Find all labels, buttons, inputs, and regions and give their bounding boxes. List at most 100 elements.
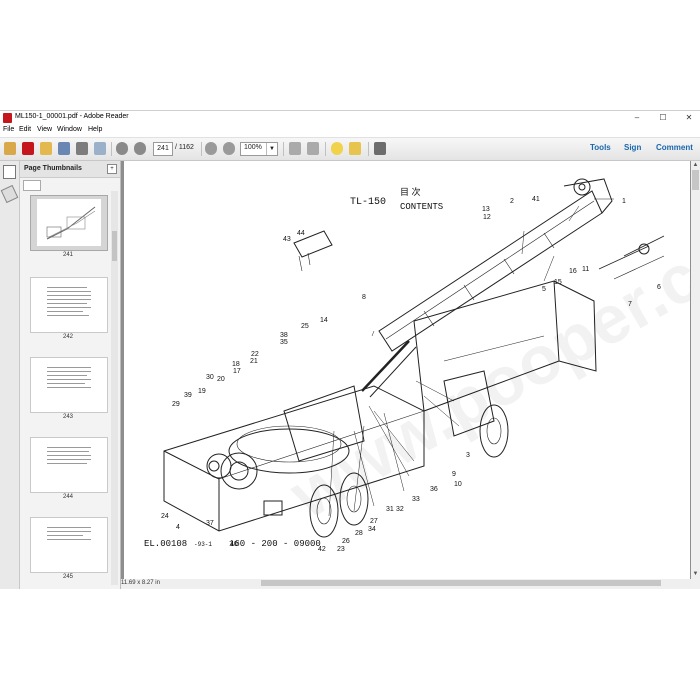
zoom-out-icon[interactable] [205, 142, 217, 155]
print-icon[interactable] [76, 142, 88, 155]
svg-text:www.pooper.com: www.pooper.com [277, 187, 690, 534]
scroll-down-icon[interactable]: ▼ [691, 570, 700, 579]
scroll-up-icon[interactable]: ▲ [691, 161, 700, 170]
fit-page-icon[interactable] [289, 142, 301, 155]
callout: 4 [176, 524, 180, 531]
callout: 10 [454, 481, 462, 488]
minimize-button[interactable]: – [628, 112, 646, 124]
callout: 20 [217, 376, 225, 383]
next-page-icon[interactable] [134, 142, 146, 155]
create-icon[interactable] [4, 142, 16, 155]
callout: 39 [184, 392, 192, 399]
page-total: / 1162 [175, 144, 194, 151]
email-icon[interactable] [94, 142, 106, 155]
pdf-page: www.pooper.com TL-150 目 次 CONTENTS EL.00… [124, 161, 691, 579]
menu-bar: File Edit View Window Help [0, 125, 700, 138]
title-bar: ML150-1_00001.pdf - Adobe Reader – ☐ ✕ [0, 111, 700, 125]
menu-window[interactable]: Window [57, 126, 82, 133]
document-vertical-scrollbar[interactable]: ▲ ▼ [691, 161, 700, 579]
thumbnail-label: 241 [62, 252, 73, 258]
highlight-icon[interactable] [349, 142, 361, 155]
thumbnail-page-243[interactable] [30, 357, 108, 413]
menu-edit[interactable]: Edit [19, 126, 31, 133]
chevron-down-icon[interactable]: ▼ [266, 143, 277, 155]
callout: 35 [280, 339, 288, 346]
callout: 23 [337, 546, 345, 553]
toolbar: 241 / 1162 100% ▼ Tools Sign Comment [0, 138, 700, 161]
pdf-icon[interactable] [22, 142, 34, 155]
callout: 32 [396, 506, 404, 513]
tools-button[interactable]: Tools [590, 143, 611, 152]
callout: 29 [172, 401, 180, 408]
comment-button[interactable]: Comment [656, 143, 693, 152]
thumbnail-label: 243 [62, 414, 73, 420]
scrollbar-thumb[interactable] [112, 231, 117, 261]
callout: 16 [569, 268, 577, 275]
attachments-icon[interactable] [0, 184, 19, 204]
zoom-in-icon[interactable] [223, 142, 235, 155]
thumbnail-image [37, 199, 101, 246]
callout: 31 [386, 506, 394, 513]
page-thumbnails-icon[interactable] [3, 165, 16, 179]
callout: 40 [230, 541, 238, 548]
thumbnails-header: Page Thumbnails + [20, 161, 120, 178]
contents-title-cjk: 目 次 [400, 186, 421, 197]
callout: 25 [301, 323, 309, 330]
thumbnail-image [37, 281, 101, 328]
document-view[interactable]: www.pooper.com TL-150 目 次 CONTENTS EL.00… [121, 161, 691, 579]
callout: 5 [542, 286, 546, 293]
thumbnail-page-242[interactable] [30, 277, 108, 333]
menu-file[interactable]: File [3, 126, 14, 133]
close-button[interactable]: ✕ [680, 112, 698, 124]
page-size-status: 11.69 x 8.27 in [121, 580, 160, 586]
close-icon[interactable]: + [107, 164, 117, 174]
thumbnail-page-244[interactable] [30, 437, 108, 493]
window-title: ML150-1_00001.pdf - Adobe Reader [15, 113, 129, 120]
comment-bubble-icon[interactable] [331, 142, 343, 155]
thumbnails-scrollbar[interactable] [111, 191, 118, 585]
menu-help[interactable]: Help [88, 126, 102, 133]
callout: 6 [657, 284, 661, 291]
callout: 22 [251, 351, 259, 358]
maximize-button[interactable]: ☐ [654, 112, 672, 124]
drawing-code-left: EL.00108 [144, 539, 187, 549]
scrollbar-thumb[interactable] [692, 170, 699, 190]
callout: 13 [482, 206, 490, 213]
sign-button[interactable]: Sign [624, 143, 641, 152]
scrollbar-thumb[interactable] [261, 580, 661, 586]
save-icon[interactable] [58, 142, 70, 155]
callout: 17 [233, 368, 241, 375]
edit-icon[interactable] [40, 142, 52, 155]
callout: 8 [362, 294, 366, 301]
fit-width-icon[interactable] [307, 142, 319, 155]
callout: 21 [250, 358, 258, 365]
callout: 33 [412, 496, 420, 503]
callout: 30 [206, 374, 214, 381]
callout: 14 [320, 317, 328, 324]
contents-title: CONTENTS [400, 202, 443, 212]
page-number-input[interactable]: 241 [153, 142, 173, 156]
callout: 3 [466, 452, 470, 459]
thumbnail-page-245[interactable] [30, 517, 108, 573]
toolbar-separator [325, 142, 326, 156]
previous-page-icon[interactable] [116, 142, 128, 155]
callout: 2 [510, 198, 514, 205]
thumbnail-page-241[interactable] [30, 195, 108, 251]
zoom-select[interactable]: 100% ▼ [240, 142, 278, 156]
callout: 43 [283, 236, 291, 243]
pdf-app-icon [3, 113, 12, 123]
callout: 26 [342, 538, 350, 545]
toolbar-separator [201, 142, 202, 156]
callout: 1 [622, 198, 626, 205]
callout: 42 [318, 546, 326, 553]
thumbnail-label: 244 [62, 494, 73, 500]
thumbnails-title: Page Thumbnails [24, 165, 82, 172]
callout: 11 [582, 266, 589, 273]
callout: 44 [297, 230, 305, 237]
full-screen-icon[interactable] [374, 142, 386, 155]
menu-view[interactable]: View [37, 126, 52, 133]
toolbar-separator [368, 142, 369, 156]
callout: 34 [368, 526, 376, 533]
thumbnail-image [37, 361, 101, 408]
thumbnail-options-button[interactable] [23, 180, 41, 191]
